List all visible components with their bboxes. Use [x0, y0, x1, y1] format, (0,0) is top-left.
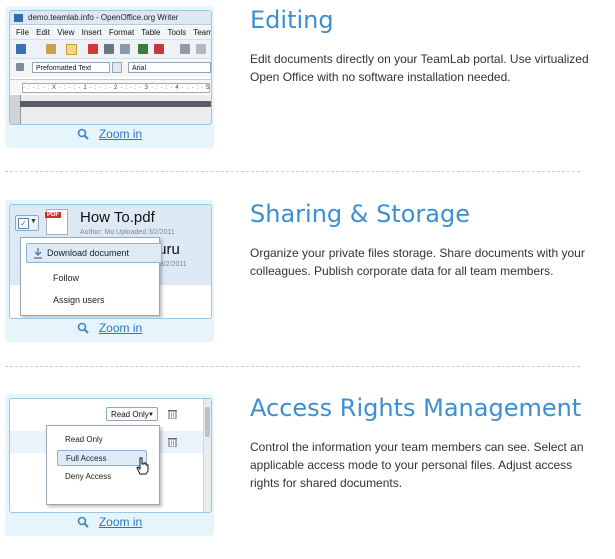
writer-toolbar [10, 39, 211, 59]
writer-app-icon [14, 14, 23, 22]
zoom-in-link[interactable]: Zoom in [5, 321, 214, 335]
ruler: ·:·:·:X·:·:·1·:·:·2·:·:·3·:·:·4·:·:·5·:·… [10, 79, 211, 94]
menu-item-download-document: Download document [26, 243, 162, 263]
magnifier-icon [77, 128, 89, 140]
trash-icon [168, 410, 177, 419]
magnifier-icon [77, 516, 89, 528]
window-title: demo.teamlab.info - OpenOffice.org Write… [28, 13, 179, 22]
menu-item-read-only: Read Only [65, 435, 103, 444]
chevron-down-icon: ▼ [30, 218, 37, 225]
pdf-file-icon: PDF [45, 209, 68, 235]
access-level-value: Read Only [111, 410, 149, 419]
scrollbar [203, 399, 211, 512]
document-area [10, 95, 211, 124]
ruler-scale: ·:·:·:X·:·:·1·:·:·2·:·:·3·:·:·4·:·:·5·:·… [22, 83, 210, 93]
section-title: Editing [250, 6, 334, 34]
spellcheck-icon [138, 44, 148, 54]
print-icon [104, 44, 114, 54]
zoom-in-link[interactable]: Zoom in [5, 127, 214, 141]
writer-menu-bar: File Edit View Insert Format Table Tools… [10, 26, 211, 39]
section-description: Control the information your team member… [250, 440, 584, 490]
access-rights-thumbnail[interactable]: Read Only ▼ Read Only Full Access Deny A… [9, 398, 212, 513]
save-icon [16, 44, 26, 54]
section-description: Organize your private files storage. Sha… [250, 246, 585, 278]
access-level-select: Read Only ▼ [106, 407, 158, 421]
file-name: How To.pdf [80, 209, 155, 226]
pdf-file-label: PDF [45, 212, 61, 218]
copy-icon [196, 44, 206, 54]
file-select-dropdown: ✓ ▼ [15, 215, 39, 231]
section-title: Access Rights Management [250, 394, 582, 422]
checkbox-checked-icon: ✓ [18, 218, 29, 229]
trash-icon [168, 438, 177, 447]
edit-icon [46, 44, 56, 54]
section-divider [5, 171, 580, 172]
download-document-label: Download document [47, 248, 130, 258]
edit-mode-icon [66, 44, 77, 55]
zoom-in-label: Zoom in [98, 321, 143, 335]
sharing-preview-card: ✓ ▼ PDF How To.pdf Author: Mo Uploaded 3… [5, 200, 214, 342]
window-title-bar: demo.teamlab.info - OpenOffice.org Write… [10, 11, 211, 25]
file-context-menu: Download document Follow Assign users [20, 237, 162, 316]
menu-tools: Tools [167, 28, 187, 37]
menu-insert: Insert [81, 28, 102, 37]
sharing-thumbnail[interactable]: ✓ ▼ PDF How To.pdf Author: Mo Uploaded 3… [9, 204, 212, 319]
menu-item-assign-users: Assign users [53, 295, 105, 305]
menu-file: File [16, 28, 29, 37]
access-rights-preview-card: Read Only ▼ Read Only Full Access Deny A… [5, 394, 214, 536]
zoom-in-label: Zoom in [98, 515, 143, 529]
font-name-combo: Arial [128, 62, 211, 73]
scrollbar-thumb [205, 407, 210, 437]
cut-icon [180, 44, 190, 54]
section-description: Edit documents directly on your TeamLab … [250, 52, 589, 84]
menu-item-full-access: Full Access [57, 450, 147, 466]
menu-teamlab: TeamLab [193, 28, 211, 37]
menu-item-follow: Follow [53, 273, 80, 283]
zoom-in-link[interactable]: Zoom in [5, 515, 214, 529]
menu-table: Table [141, 28, 161, 37]
preview-icon [120, 44, 130, 54]
download-icon [34, 248, 42, 259]
section-title: Sharing & Storage [250, 200, 471, 228]
editing-preview-card: demo.teamlab.info - OpenOffice.org Write… [5, 6, 214, 148]
zoom-in-label: Zoom in [98, 127, 143, 141]
styles-icon [16, 63, 24, 71]
menu-view: View [57, 28, 75, 37]
pdf-export-icon [88, 44, 98, 54]
document-bar [20, 101, 211, 107]
formatting-toolbar: Preformatted Text Arial [10, 59, 211, 77]
document-page [20, 95, 211, 124]
menu-item-deny-access: Deny Access [65, 472, 112, 481]
editing-thumbnail[interactable]: demo.teamlab.info - OpenOffice.org Write… [9, 10, 212, 125]
magnifier-icon [77, 322, 89, 334]
chevron-down-icon: ▼ [148, 412, 154, 418]
hand-pointer-icon [136, 457, 149, 475]
section-divider [5, 366, 580, 367]
autospell-icon [154, 44, 164, 54]
file-meta: Author: Mo Uploaded 3/2/2011 [80, 229, 175, 236]
paragraph-style-combo: Preformatted Text [32, 62, 110, 73]
menu-edit: Edit [36, 28, 50, 37]
style-dropdown-button [112, 62, 122, 73]
menu-format: Format [108, 28, 135, 37]
